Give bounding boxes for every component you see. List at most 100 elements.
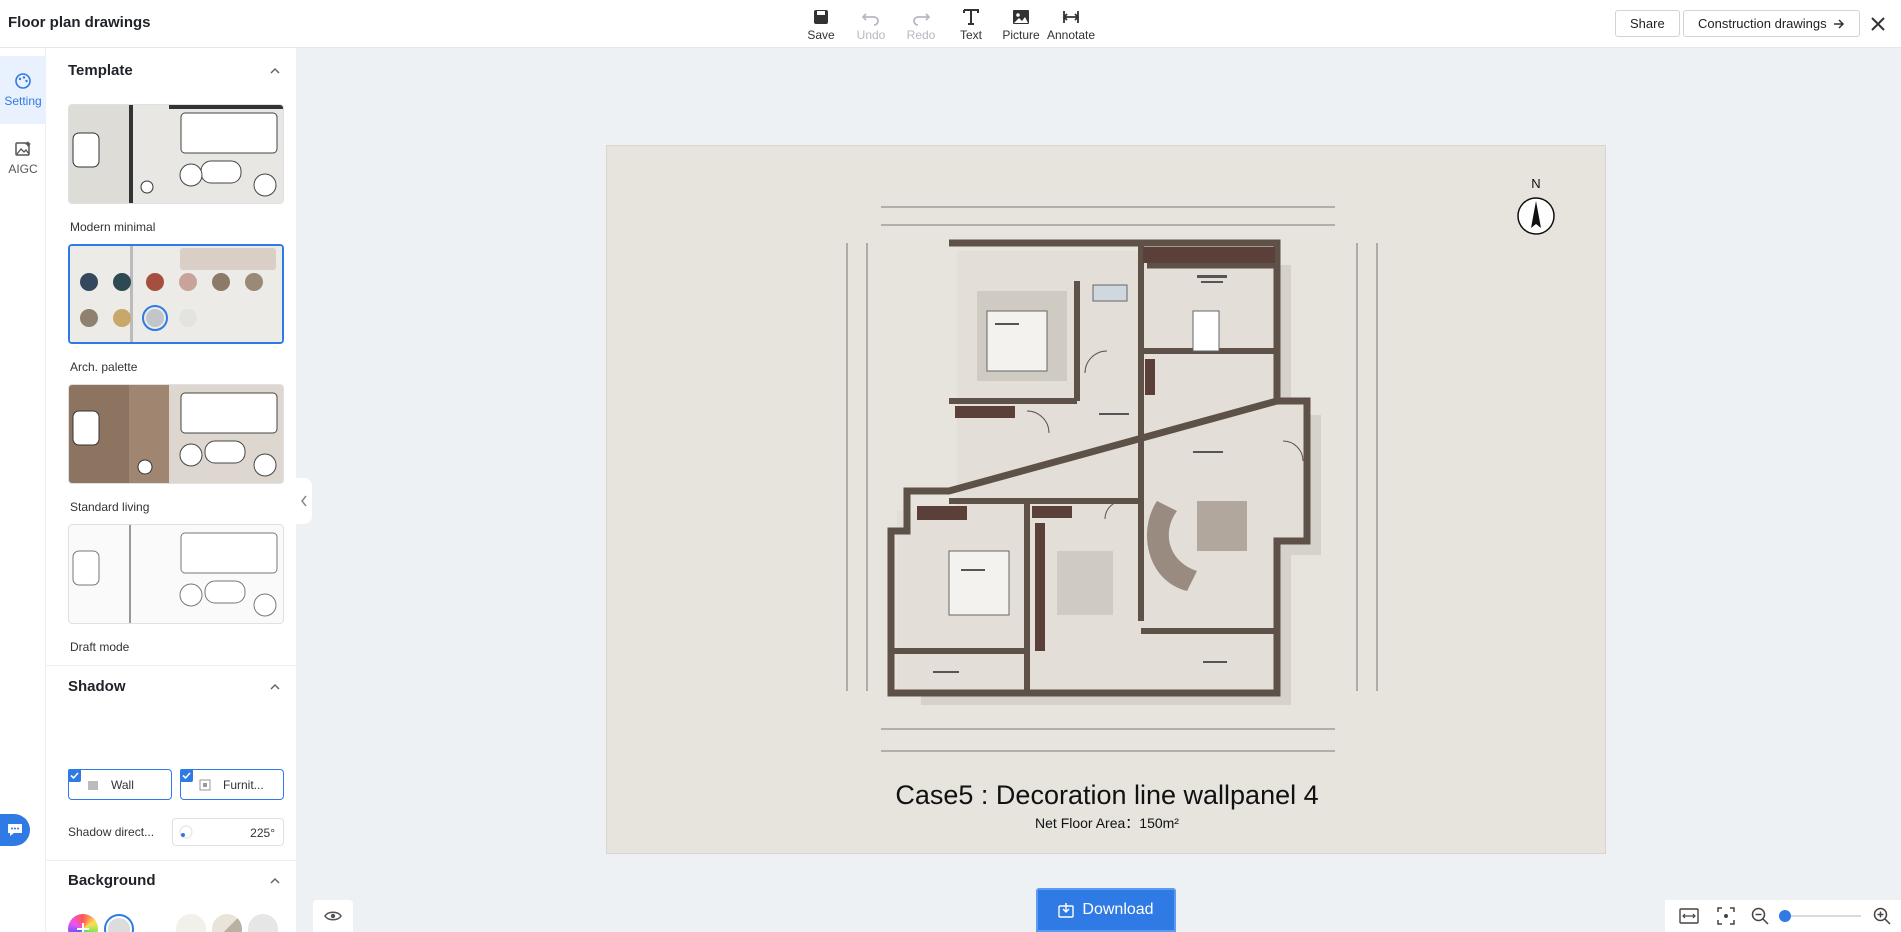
palette-swatch[interactable] bbox=[113, 273, 131, 291]
annotate-tool-button[interactable]: Annotate bbox=[1046, 5, 1096, 45]
left-rail: Setting AIGC bbox=[0, 48, 46, 932]
text-tool-button[interactable]: Text bbox=[946, 5, 996, 45]
compass-label: N bbox=[1531, 176, 1541, 191]
checkbox-checked-icon bbox=[180, 769, 193, 782]
share-button[interactable]: Share bbox=[1615, 10, 1680, 37]
palette-swatch[interactable] bbox=[80, 309, 98, 327]
template-section-title: Template bbox=[68, 62, 133, 79]
template-card-arch-palette[interactable] bbox=[68, 244, 284, 344]
undo-button[interactable]: Undo bbox=[846, 5, 896, 45]
picture-icon bbox=[1013, 10, 1029, 24]
annotate-icon bbox=[1062, 11, 1080, 23]
redo-label: Redo bbox=[906, 28, 936, 42]
shadow-section-title: Shadow bbox=[68, 678, 126, 695]
shadow-furniture-label: Furnit... bbox=[223, 777, 264, 792]
shadow-section-header[interactable]: Shadow bbox=[68, 678, 282, 695]
compass-icon[interactable] bbox=[1516, 196, 1556, 236]
background-swatch[interactable] bbox=[176, 914, 206, 932]
template-label-modern-minimal: Modern minimal bbox=[70, 220, 156, 234]
plan-title[interactable]: Case5 : Decoration line wallpanel 4 bbox=[607, 780, 1607, 811]
rail-item-setting[interactable]: Setting bbox=[0, 56, 46, 124]
construction-drawings-button[interactable]: Construction drawings bbox=[1683, 10, 1860, 37]
download-icon bbox=[1058, 903, 1075, 918]
shadow-direction-input[interactable]: 225° bbox=[172, 818, 284, 846]
settings-panel: Template Modern minimal Arch. palette St… bbox=[46, 48, 296, 932]
chat-icon bbox=[8, 824, 22, 836]
template-section-header[interactable]: Template bbox=[68, 62, 282, 79]
section-divider bbox=[46, 860, 296, 861]
picture-tool-button[interactable]: Picture bbox=[996, 5, 1046, 45]
template-thumbnail bbox=[69, 525, 283, 623]
collapse-panel-button[interactable] bbox=[296, 478, 312, 524]
background-section-header[interactable]: Background bbox=[68, 872, 282, 889]
eye-icon bbox=[324, 911, 342, 921]
palette-swatch[interactable] bbox=[245, 273, 263, 291]
shadow-wall-toggle[interactable]: Wall bbox=[68, 769, 172, 800]
zoom-slider-handle[interactable] bbox=[1779, 910, 1791, 922]
chat-support-button[interactable] bbox=[0, 814, 30, 846]
palette-swatch[interactable] bbox=[113, 309, 131, 327]
template-label-arch-palette: Arch. palette bbox=[70, 360, 138, 374]
undo-label: Undo bbox=[856, 28, 886, 42]
palette-swatch[interactable] bbox=[179, 273, 197, 291]
zoom-slider-track[interactable] bbox=[1781, 915, 1861, 917]
palette-swatch[interactable] bbox=[179, 309, 197, 327]
palette-swatch[interactable] bbox=[80, 273, 98, 291]
chevron-left-icon bbox=[301, 495, 307, 507]
shadow-direction-label: Shadow direct... bbox=[68, 825, 155, 839]
fit-width-icon[interactable] bbox=[1679, 908, 1699, 924]
shadow-wall-label: Wall bbox=[111, 777, 134, 792]
floor-plan-drawing[interactable] bbox=[837, 201, 1397, 761]
zoom-in-icon[interactable] bbox=[1873, 907, 1891, 925]
shadow-furniture-toggle[interactable]: Furnit... bbox=[180, 769, 284, 800]
rail-setting-label: Setting bbox=[4, 94, 42, 108]
arrow-right-icon bbox=[1833, 18, 1844, 29]
drawing-canvas[interactable]: N Case5: Decoration line wallpanel 4 Ne… bbox=[606, 145, 1606, 854]
template-card-draft-mode[interactable] bbox=[68, 524, 284, 624]
top-bar: Floor plan drawings Save Undo Redo Text … bbox=[0, 0, 1901, 48]
annotate-tool-label: Annotate bbox=[1046, 28, 1096, 42]
template-card-modern-minimal[interactable] bbox=[68, 104, 284, 204]
dial-icon bbox=[179, 825, 193, 839]
template-thumbnail bbox=[69, 385, 283, 483]
palette-swatch[interactable] bbox=[146, 273, 164, 291]
template-thumbnail bbox=[70, 246, 282, 342]
fit-screen-icon[interactable] bbox=[1717, 907, 1735, 925]
background-swatch[interactable] bbox=[212, 914, 242, 932]
plan-subtitle[interactable]: Net Floor Area：150m² bbox=[607, 813, 1607, 833]
wall-icon bbox=[88, 780, 98, 790]
preview-toggle-button[interactable] bbox=[313, 900, 353, 932]
zoom-out-icon[interactable] bbox=[1751, 907, 1769, 925]
palette-swatch[interactable] bbox=[142, 305, 168, 331]
plus-icon bbox=[77, 923, 89, 932]
section-divider bbox=[46, 665, 296, 666]
chevron-up-icon bbox=[270, 67, 280, 74]
template-card-standard-living[interactable] bbox=[68, 384, 284, 484]
background-section-title: Background bbox=[68, 872, 156, 889]
background-swatch-selected[interactable] bbox=[104, 914, 134, 932]
palette-icon bbox=[15, 73, 31, 89]
palette-swatch[interactable] bbox=[212, 273, 230, 291]
undo-icon bbox=[862, 13, 879, 26]
background-swatch-fill bbox=[108, 918, 130, 932]
rail-item-aigc[interactable]: AIGC bbox=[0, 124, 46, 192]
background-swatch[interactable] bbox=[248, 914, 278, 932]
chevron-up-icon bbox=[270, 877, 280, 884]
close-icon[interactable] bbox=[1866, 12, 1890, 36]
ai-image-icon bbox=[15, 141, 31, 156]
save-label: Save bbox=[807, 28, 835, 42]
text-tool-label: Text bbox=[959, 28, 982, 42]
text-icon bbox=[963, 9, 979, 25]
template-label-standard-living: Standard living bbox=[70, 500, 150, 514]
toolbar: Save Undo Redo Text Picture Annotate bbox=[796, 5, 1096, 45]
download-button[interactable]: Download bbox=[1036, 888, 1176, 932]
custom-color-picker[interactable] bbox=[68, 914, 98, 932]
furniture-icon bbox=[199, 779, 211, 790]
redo-button[interactable]: Redo bbox=[896, 5, 946, 45]
template-thumbnail bbox=[69, 105, 283, 203]
save-button[interactable]: Save bbox=[796, 5, 846, 45]
download-label: Download bbox=[1082, 901, 1154, 918]
rail-aigc-label: AIGC bbox=[8, 162, 38, 176]
shadow-direction-value: 225° bbox=[250, 826, 275, 840]
checkbox-checked-icon bbox=[68, 769, 81, 782]
